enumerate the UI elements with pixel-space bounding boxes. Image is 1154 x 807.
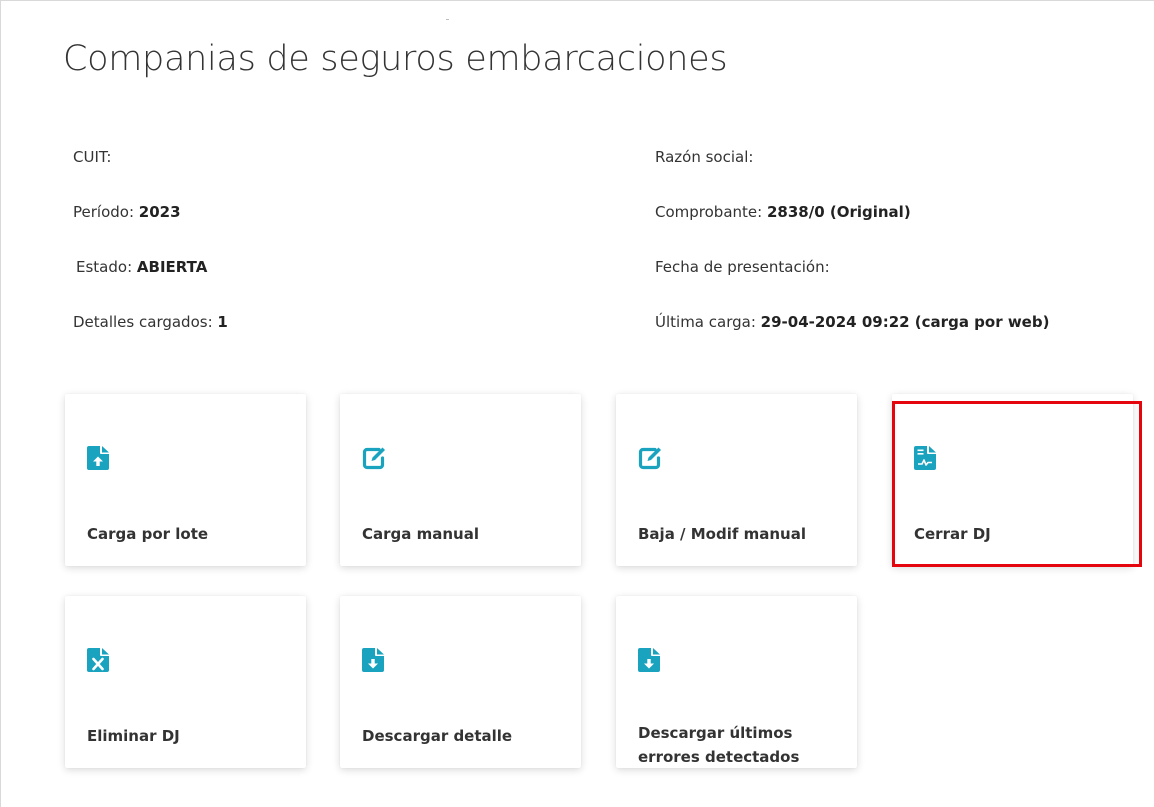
- carga-por-lote-label: Carga por lote: [87, 525, 209, 543]
- carga-manual-label: Carga manual: [362, 525, 479, 543]
- cerrar-dj-button[interactable]: Cerrar DJ: [892, 394, 1133, 566]
- ultima-carga-label: Última carga:: [655, 313, 756, 331]
- periodo-value: 2023: [138, 203, 181, 221]
- ultima-carga-value: 29-04-2024 09:22 (carga por web): [760, 313, 1050, 331]
- baja-modif-manual-button[interactable]: Baja / Modif manual: [616, 394, 857, 566]
- ultima-carga-field: Última carga: 29-04-2024 09:22 (carga po…: [655, 313, 1049, 331]
- descargar-errores-button[interactable]: Descargar últimos errores detectados: [616, 596, 857, 768]
- descargar-detalle-label: Descargar detalle: [362, 727, 513, 745]
- cerrar-dj-label: Cerrar DJ: [914, 525, 991, 543]
- comprobante-value: 2838/0 (Original): [766, 203, 911, 221]
- detalles-label: Detalles cargados:: [73, 313, 213, 331]
- file-excel-icon: [87, 648, 109, 672]
- estado-value: ABIERTA: [136, 258, 208, 276]
- edit-icon: [638, 447, 661, 470]
- descargar-detalle-button[interactable]: Descargar detalle: [340, 596, 581, 768]
- eliminar-dj-label: Eliminar DJ: [87, 727, 180, 745]
- fecha-presentacion-label: Fecha de presentación:: [655, 258, 830, 276]
- eliminar-dj-button[interactable]: Eliminar DJ: [65, 596, 306, 768]
- periodo-field: Período: 2023: [73, 203, 181, 221]
- page-title: Companias de seguros embarcaciones: [63, 39, 728, 79]
- baja-modif-manual-label: Baja / Modif manual: [638, 525, 806, 543]
- cuit-field: CUIT:: [73, 148, 111, 166]
- file-signature-icon: [914, 446, 936, 470]
- razon-social-field: Razón social:: [655, 148, 753, 166]
- divider: [446, 19, 449, 20]
- comprobante-field: Comprobante: 2838/0 (Original): [655, 203, 911, 221]
- edit-icon: [362, 447, 385, 470]
- detalles-value: 1: [217, 313, 228, 331]
- fecha-presentacion-field: Fecha de presentación:: [655, 258, 830, 276]
- cuit-label: CUIT:: [73, 148, 112, 166]
- razon-social-label: Razón social:: [655, 148, 754, 166]
- comprobante-label: Comprobante:: [655, 203, 763, 221]
- estado-label: Estado:: [76, 258, 133, 276]
- periodo-label: Período:: [73, 203, 135, 221]
- page: Companias de seguros embarcaciones CUIT:…: [0, 0, 1154, 807]
- carga-por-lote-button[interactable]: Carga por lote: [65, 394, 306, 566]
- descargar-errores-label: Descargar últimos errores detectados: [638, 724, 800, 766]
- file-download-icon: [362, 648, 384, 672]
- detalles-field: Detalles cargados: 1: [73, 313, 228, 331]
- file-upload-icon: [87, 446, 109, 470]
- file-download-icon: [638, 648, 660, 672]
- estado-field: Estado: ABIERTA: [76, 258, 207, 276]
- carga-manual-button[interactable]: Carga manual: [340, 394, 581, 566]
